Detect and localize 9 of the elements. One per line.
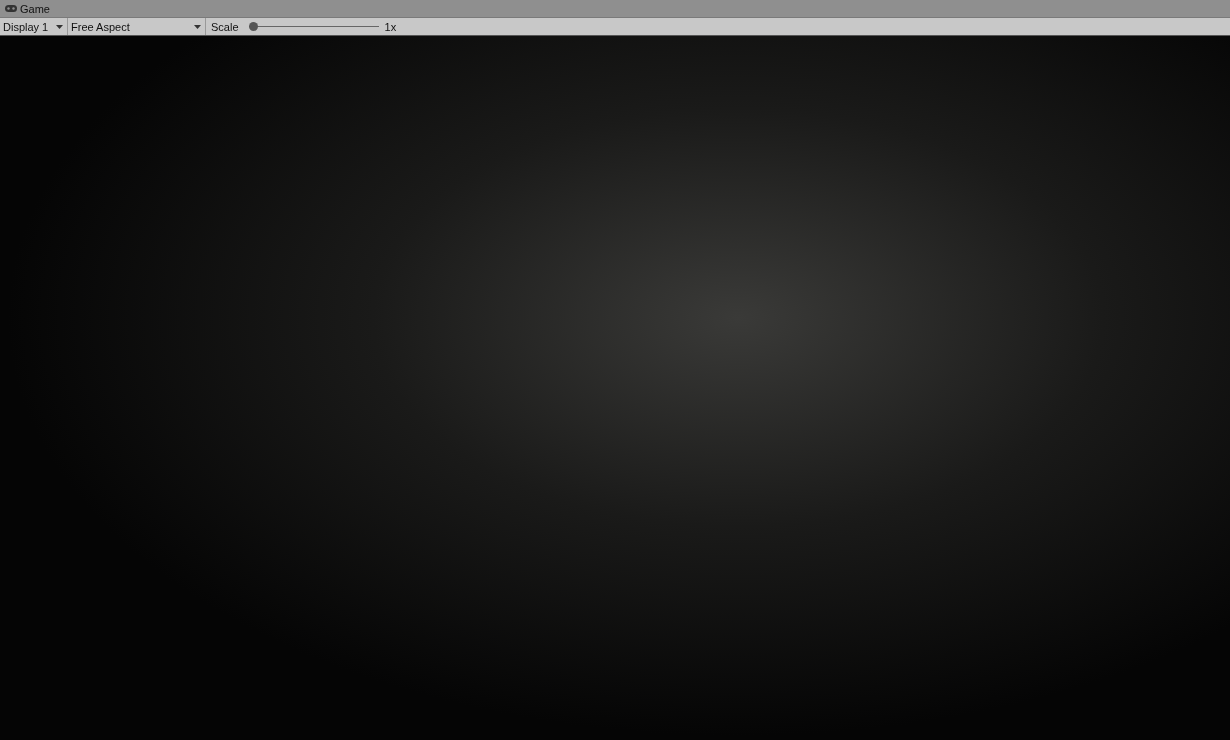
window-title: Game (20, 2, 50, 15)
slider-thumb[interactable] (248, 22, 258, 31)
gamepad-icon (5, 5, 17, 12)
scale-label: Scale (211, 20, 239, 33)
caret-icon (56, 24, 63, 29)
caret-icon (194, 24, 201, 29)
aspect-dropdown[interactable]: Free Aspect (68, 18, 206, 35)
scale-reading: 1x (384, 20, 397, 33)
display-dropdown[interactable]: Display 1 (0, 18, 68, 35)
